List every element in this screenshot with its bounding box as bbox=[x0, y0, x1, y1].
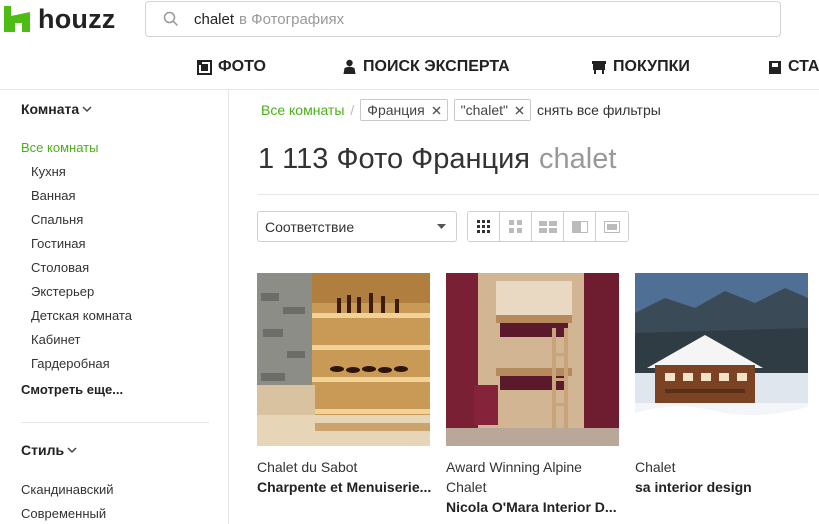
filter-chip-label: "chalet" bbox=[460, 102, 508, 118]
photo-card[interactable]: Award Winning Alpine Chalet Nicola O'Mar… bbox=[446, 273, 619, 515]
view-list[interactable] bbox=[564, 212, 596, 241]
nav-articles-label: СТА bbox=[788, 58, 819, 75]
photo-snow-chalet[interactable] bbox=[635, 273, 808, 446]
nav-shopping-label: ПОКУПКИ bbox=[613, 58, 690, 75]
photo-wine-cellar[interactable] bbox=[257, 273, 430, 446]
room-heading-label: Комната bbox=[21, 101, 80, 117]
room-closet[interactable]: Гардеробная bbox=[31, 356, 110, 371]
search-query[interactable]: chalet bbox=[194, 11, 234, 28]
photo-card[interactable]: Chalet du Sabot Charpente et Menuiserie.… bbox=[257, 273, 431, 495]
room-living[interactable]: Гостиная bbox=[31, 236, 86, 251]
page-title-query: chalet bbox=[539, 143, 617, 175]
search-bar[interactable]: chalet в Фотографиях bbox=[145, 1, 781, 37]
room-exterior[interactable]: Экстерьер bbox=[31, 284, 94, 299]
view-grid-large[interactable] bbox=[532, 212, 564, 241]
room-filter-heading[interactable]: Комната bbox=[21, 101, 92, 117]
search-icon bbox=[163, 11, 179, 27]
card-title-text: Chalet bbox=[635, 459, 676, 475]
filter-breadcrumb: Все комнаты / Франция "chalet" снять все… bbox=[261, 98, 661, 122]
photo-bunk-bedroom[interactable] bbox=[446, 273, 619, 446]
close-icon[interactable] bbox=[515, 106, 524, 115]
single-view-icon bbox=[604, 220, 620, 233]
nav-shopping[interactable]: ПОКУПКИ bbox=[591, 58, 690, 76]
filter-chip-label: Франция bbox=[367, 102, 425, 118]
page-title-main: 1 113 Фото Франция bbox=[258, 143, 530, 175]
logo-text: houzz bbox=[38, 3, 116, 34]
filter-sidebar: Комната Все комнаты Кухня Ванная Спальня… bbox=[0, 90, 228, 524]
grid-medium-icon bbox=[509, 220, 522, 233]
filter-chip-chalet[interactable]: "chalet" bbox=[453, 99, 531, 121]
houzz-logo-icon bbox=[4, 6, 30, 32]
card-title-text: Award Winning Alpine bbox=[446, 459, 582, 475]
view-toggle bbox=[467, 211, 629, 242]
view-grid-medium[interactable] bbox=[500, 212, 532, 241]
nav-articles[interactable]: СТА bbox=[768, 58, 819, 76]
sort-dropdown[interactable]: Соответствие bbox=[257, 211, 457, 242]
photo-icon bbox=[197, 59, 212, 75]
sort-selected-value: Соответствие bbox=[265, 218, 355, 235]
room-bathroom[interactable]: Ванная bbox=[31, 188, 76, 203]
shopping-icon bbox=[592, 60, 606, 74]
style-filter-heading[interactable]: Стиль bbox=[21, 442, 77, 458]
card-author[interactable]: sa interior design bbox=[635, 477, 752, 497]
room-kitchen[interactable]: Кухня bbox=[31, 164, 66, 179]
style-scandinavian[interactable]: Скандинавский bbox=[21, 482, 114, 497]
clear-all-filters[interactable]: снять все фильтры bbox=[537, 102, 661, 118]
sidebar-border bbox=[228, 90, 229, 524]
nav-photo-label: ФОТО bbox=[218, 58, 266, 75]
nav-find-expert[interactable]: ПОИСК ЭКСПЕРТА bbox=[342, 58, 510, 76]
list-view-icon bbox=[571, 220, 588, 233]
card-author[interactable]: Charpente et Menuiserie... bbox=[257, 477, 431, 497]
card-author[interactable]: Nicola O'Mara Interior D... bbox=[446, 497, 617, 517]
room-dining[interactable]: Столовая bbox=[31, 260, 89, 275]
sidebar-divider-line bbox=[21, 422, 209, 423]
search-scope: в Фотографиях bbox=[239, 10, 345, 28]
chevron-down-icon bbox=[82, 105, 92, 112]
caret-down-icon bbox=[437, 224, 446, 229]
card-title-text: Chalet bbox=[446, 479, 487, 495]
style-contemporary[interactable]: Современный bbox=[21, 506, 106, 521]
room-bedroom[interactable]: Спальня bbox=[31, 212, 83, 227]
grid-small-icon bbox=[477, 220, 490, 233]
grid-large-icon bbox=[538, 220, 557, 233]
breadcrumb-all-rooms[interactable]: Все комнаты bbox=[261, 102, 344, 118]
page-title: 1 113 Фото Франция chalet bbox=[258, 143, 616, 176]
room-kids[interactable]: Детская комната bbox=[31, 308, 132, 323]
view-grid-small[interactable] bbox=[468, 212, 500, 241]
room-all[interactable]: Все комнаты bbox=[21, 140, 98, 155]
card-title[interactable]: Award Winning Alpine Chalet Nicola O'Mar… bbox=[446, 457, 617, 517]
card-title[interactable]: Chalet sa interior design bbox=[635, 457, 752, 497]
main-nav: ФОТО ПОИСК ЭКСПЕРТА ПОКУПКИ СТА bbox=[0, 48, 819, 88]
nav-photo[interactable]: ФОТО bbox=[197, 58, 266, 76]
nav-find-expert-label: ПОИСК ЭКСПЕРТА bbox=[363, 58, 510, 75]
book-icon bbox=[769, 60, 781, 74]
expert-icon bbox=[343, 59, 356, 74]
view-single[interactable] bbox=[596, 212, 628, 241]
close-icon[interactable] bbox=[432, 106, 441, 115]
room-office[interactable]: Кабинет bbox=[31, 332, 80, 347]
filter-chip-france[interactable]: Франция bbox=[360, 99, 448, 121]
breadcrumb-separator: / bbox=[350, 102, 355, 118]
photo-card[interactable]: Chalet sa interior design bbox=[635, 273, 808, 495]
style-heading-label: Стиль bbox=[21, 442, 65, 458]
card-title-text: Chalet du Sabot bbox=[257, 459, 358, 475]
card-title[interactable]: Chalet du Sabot Charpente et Menuiserie.… bbox=[257, 457, 431, 497]
room-see-more[interactable]: Смотреть еще... bbox=[21, 382, 123, 397]
chevron-down-icon bbox=[67, 446, 77, 453]
houzz-logo[interactable]: houzz bbox=[4, 2, 115, 36]
title-divider bbox=[258, 194, 819, 195]
